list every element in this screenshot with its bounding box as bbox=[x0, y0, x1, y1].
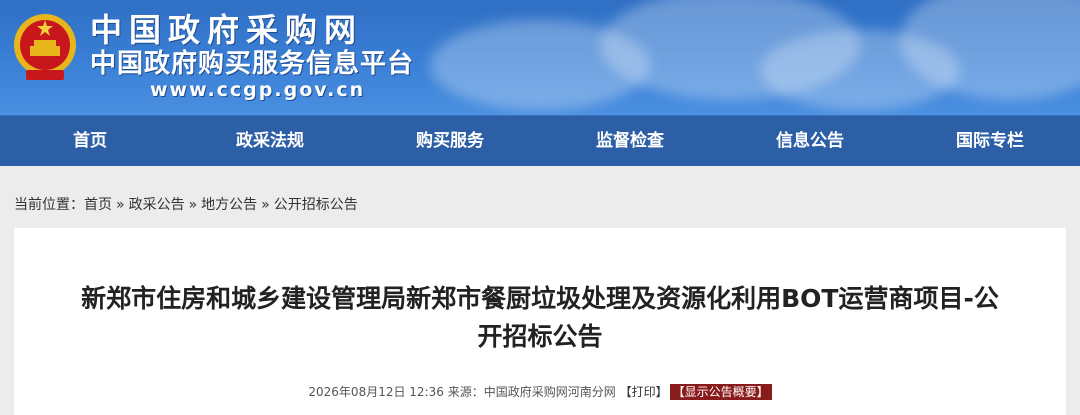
main-nav: 首页 政采法规 购买服务 监督检查 信息公告 国际专栏 bbox=[0, 115, 1080, 166]
source-name: 中国政府采购网河南分网 bbox=[483, 385, 616, 399]
nav-item-international[interactable]: 国际专栏 bbox=[900, 116, 1080, 166]
source-label: 来源： bbox=[447, 385, 484, 399]
breadcrumb-procurement-notices[interactable]: 政采公告 bbox=[129, 197, 185, 213]
site-url: www.ccgp.gov.cn bbox=[150, 79, 366, 101]
print-button[interactable]: 【打印】 bbox=[620, 385, 668, 399]
breadcrumb-separator: » bbox=[188, 197, 198, 213]
article-meta: 2026年08月12日 12:36 来源：中国政府采购网河南分网 【打印】 【显示… bbox=[14, 383, 1066, 401]
publish-datetime: 2026年08月12日 12:36 bbox=[308, 385, 444, 399]
nav-item-supervision[interactable]: 监督检查 bbox=[540, 116, 720, 166]
article-title-line: 新郑市住房和城乡建设管理局新郑市餐厨垃圾处理及资源化利用BOT运营商项目-公 bbox=[81, 284, 999, 313]
article-title-line: 开招标公告 bbox=[477, 322, 603, 351]
article-panel: 新郑市住房和城乡建设管理局新郑市餐厨垃圾处理及资源化利用BOT运营商项目-公 开… bbox=[14, 228, 1066, 415]
national-emblem-icon bbox=[14, 14, 76, 80]
site-subtitle: 中国政府购买服务信息平台 bbox=[90, 49, 415, 79]
nav-item-regulations[interactable]: 政采法规 bbox=[180, 116, 360, 166]
nav-item-announcements[interactable]: 信息公告 bbox=[720, 116, 900, 166]
breadcrumb: 当前位置：首页» 政采公告» 地方公告» 公开招标公告 bbox=[14, 195, 358, 215]
header-banner: 中国政府采购网 中国政府购买服务信息平台 www.ccgp.gov.cn bbox=[0, 0, 1080, 115]
nav-item-purchase-services[interactable]: 购买服务 bbox=[360, 116, 540, 166]
site-title: 中国政府采购网 bbox=[90, 11, 364, 49]
breadcrumb-prefix: 当前位置： bbox=[14, 197, 84, 213]
breadcrumb-separator: » bbox=[261, 197, 270, 213]
breadcrumb-separator: » bbox=[116, 197, 125, 213]
article-title: 新郑市住房和城乡建设管理局新郑市餐厨垃圾处理及资源化利用BOT运营商项目-公 开… bbox=[14, 280, 1066, 356]
breadcrumb-local-notices[interactable]: 地方公告 bbox=[201, 197, 257, 213]
breadcrumb-home[interactable]: 首页 bbox=[84, 197, 112, 213]
breadcrumb-open-tender[interactable]: 公开招标公告 bbox=[274, 197, 358, 213]
nav-item-home[interactable]: 首页 bbox=[0, 116, 180, 166]
show-summary-button[interactable]: 【显示公告概要】 bbox=[669, 384, 772, 400]
